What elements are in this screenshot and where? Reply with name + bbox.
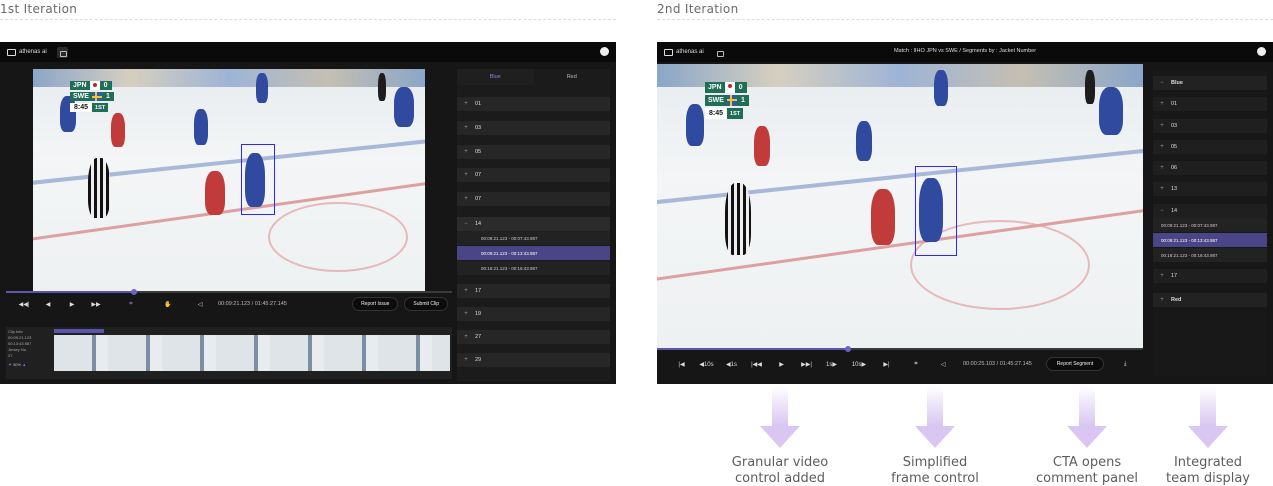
back-1s-icon[interactable]: ◀1s	[719, 361, 744, 368]
team-header-red[interactable]: + Red	[1153, 293, 1267, 307]
skip-start-icon[interactable]: |◀	[669, 361, 694, 368]
download-icon[interactable]: ⤓	[1118, 361, 1132, 368]
divider	[0, 19, 616, 20]
next-frame-icon[interactable]: ▶▶|	[794, 361, 819, 368]
logo-mark-icon	[7, 48, 16, 56]
filmstrip[interactable]	[54, 335, 450, 371]
segment-row[interactable]: +01	[457, 97, 610, 111]
annotation-caption: CTA opens comment panel	[1036, 455, 1138, 486]
tracking-box	[914, 166, 957, 257]
frame-icon[interactable]: ⌗	[899, 361, 933, 368]
team-tabs: Blue Red	[457, 69, 610, 85]
segment-row[interactable]: +17	[457, 284, 610, 298]
arrow-down-icon	[1067, 386, 1107, 448]
segment-row[interactable]: +06	[1153, 161, 1267, 175]
segment-panel: Blue Red +01 +03 +05 +07 +07 −14 00:09:2…	[457, 69, 610, 381]
first-iteration-screenshot: athenas ai JPN 0 SWE 1 8:45 1ST ◀◀| ◀ ▶ …	[0, 42, 616, 384]
segment-row[interactable]: +05	[457, 145, 610, 159]
user-icon[interactable]	[600, 47, 609, 56]
annotation-caption: Granular video control added	[731, 455, 829, 486]
segment-row[interactable]: +29	[457, 353, 610, 367]
segment-row[interactable]: +13	[1153, 182, 1267, 196]
forward-10s-icon[interactable]: 10s▶	[844, 361, 874, 368]
segment-row[interactable]: +07	[457, 192, 610, 206]
timeline-panel: Clip Info 00:09:21.123 00:13:43.987 Jers…	[6, 327, 452, 379]
annotation-caption: Integrated team display	[1165, 455, 1251, 486]
user-icon[interactable]	[1257, 47, 1266, 56]
annotation-caption: Simplified frame control	[891, 455, 979, 486]
rewind-icon[interactable]: ◀◀|	[12, 301, 36, 308]
segment-row[interactable]: +03	[457, 121, 610, 135]
volume-icon[interactable]: ◁	[933, 361, 953, 368]
arrow-down-icon	[760, 386, 800, 448]
segment-row[interactable]: +07	[457, 168, 610, 182]
clip-item[interactable]: 00:09:21.123 - 00:07:43.987	[1153, 218, 1267, 232]
submit-clip-button[interactable]: Submit Clip	[404, 297, 448, 311]
top-bar: athenas ai Match : IIHO JPN vs SWE / Seg…	[657, 42, 1273, 62]
segment-row[interactable]: +03	[1153, 119, 1267, 133]
report-issue-button[interactable]: Report Issue	[352, 297, 399, 311]
clip-item[interactable]: 00:09:21.123 - 00:07:43.987	[457, 231, 610, 245]
skip-end-icon[interactable]: ▶|	[874, 361, 899, 368]
forward-icon[interactable]: ▶▶	[84, 301, 108, 308]
zoom-level[interactable]: ▼ 50% ▲	[8, 362, 52, 368]
forward-1s-icon[interactable]: 1s▶	[819, 361, 844, 368]
hand-icon[interactable]: ✋	[154, 301, 182, 308]
step-back-icon[interactable]: ◀	[36, 301, 60, 308]
clip-item[interactable]: 00:16:21.123 - 00:16:43.987	[1153, 248, 1267, 262]
second-iteration-screenshot: athenas ai Match : IIHO JPN vs SWE / Seg…	[657, 42, 1273, 384]
play-icon[interactable]: ▶	[769, 361, 794, 368]
top-bar: athenas ai	[0, 42, 616, 62]
volume-icon[interactable]: ◁	[182, 301, 218, 308]
video-player[interactable]: JPN 0 SWE 1 8:45 1ST	[33, 69, 425, 291]
player-controls: |◀ ◀10s ◀1s |◀◀ ▶ ▶▶| 1s▶ 10s▶ ▶| ⌗ ◁ 00…	[669, 356, 1149, 372]
segment-row[interactable]: +01	[1153, 97, 1267, 111]
logo-text: athenas ai	[19, 49, 47, 55]
tab-red[interactable]: Red	[534, 69, 611, 85]
team-header-blue[interactable]: − Blue	[1153, 76, 1267, 90]
match-title: Match : IIHO JPN vs SWE / Segments by : …	[893, 48, 1037, 54]
clip-item-selected[interactable]: 00:09:21.123 - 00:13:43.987	[457, 246, 610, 260]
segment-row[interactable]: +17	[1153, 269, 1267, 283]
segment-row[interactable]: +27	[457, 330, 610, 344]
tab-blue[interactable]: Blue	[457, 69, 534, 85]
report-segment-button[interactable]: Report Segment	[1045, 357, 1105, 371]
timecode: 00:00:25.103 / 01:45:27.145	[963, 361, 1032, 367]
team-panel: − Blue +01 +03 +05 +06 +13 −14 00:09:21.1…	[1153, 70, 1267, 376]
progress-bar[interactable]	[657, 346, 1143, 352]
folder-icon[interactable]	[56, 46, 68, 58]
timecode: 00:09:21.123 / 01:45:27.145	[218, 301, 287, 307]
back-10s-icon[interactable]: ◀10s	[694, 361, 719, 368]
player-controls: ◀◀| ◀ ▶ ▶▶ ⌗ ✋ ◁ 00:09:21.123 / 01:45:27…	[12, 296, 448, 312]
frame-icon[interactable]: ⌗	[108, 301, 154, 308]
first-iteration-label: 1st Iteration	[0, 2, 78, 16]
clip-range[interactable]	[54, 329, 104, 333]
second-iteration-label: 2nd Iteration	[657, 2, 739, 16]
progress-bar[interactable]	[6, 289, 452, 295]
clip-item-selected[interactable]: 00:09:21.123 - 00:13:43.987	[1153, 233, 1267, 247]
segment-row[interactable]: +05	[1153, 140, 1267, 154]
tracking-box	[240, 144, 275, 216]
clip-item[interactable]: 00:16:21.123 - 00:16:43.987	[457, 261, 610, 275]
scoreboard: JPN 0 SWE 1 8:45 1ST	[705, 82, 749, 119]
prev-frame-icon[interactable]: |◀◀	[744, 361, 769, 368]
clip-info: Clip Info 00:09:21.123 00:13:43.987 Jers…	[8, 329, 52, 368]
divider	[657, 19, 1273, 20]
arrow-down-icon	[915, 386, 955, 448]
segment-row-expanded[interactable]: −14	[457, 217, 610, 231]
video-player[interactable]: JPN 0 SWE 1 8:45 1ST	[657, 64, 1143, 348]
app-logo[interactable]: athenas ai	[7, 48, 47, 56]
play-icon[interactable]: ▶	[60, 301, 84, 308]
scoreboard: JPN 0 SWE 1 8:45 1ST	[70, 81, 114, 112]
segment-row-expanded[interactable]: −14	[1153, 204, 1267, 218]
segment-row[interactable]: +19	[457, 307, 610, 321]
arrow-down-icon	[1188, 386, 1228, 448]
